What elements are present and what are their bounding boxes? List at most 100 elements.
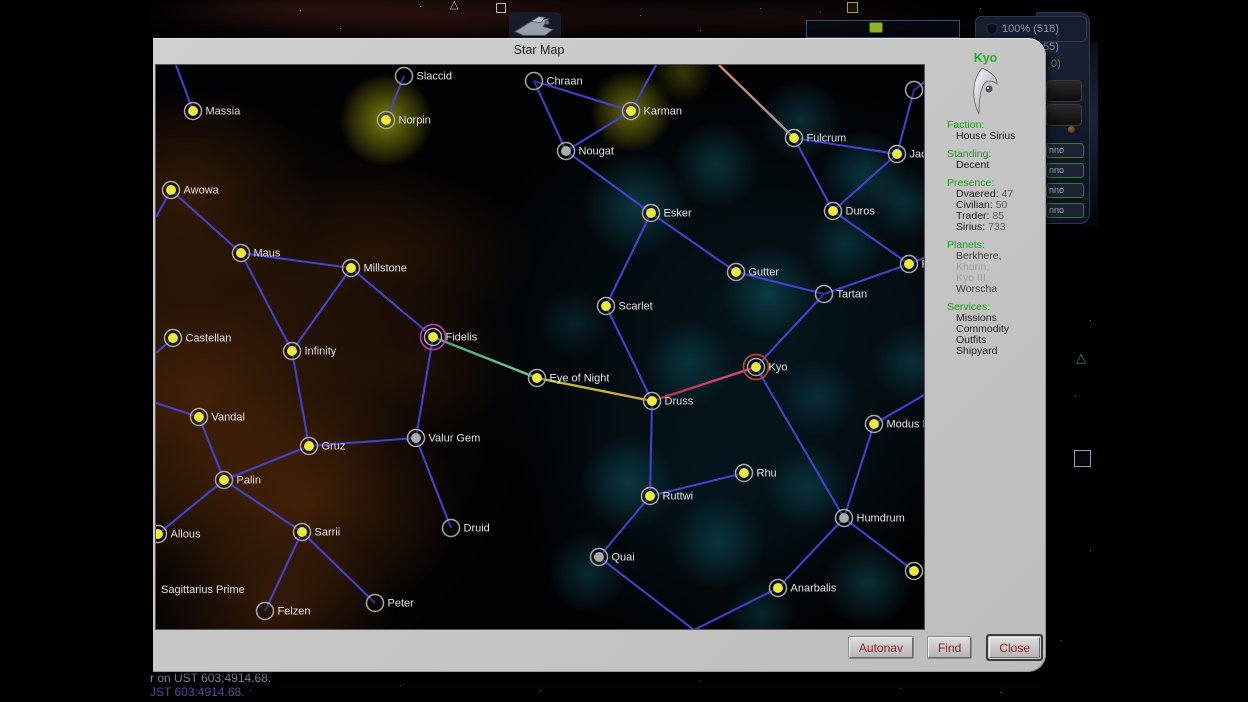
faction-value: House Sirius xyxy=(947,131,1043,142)
system-label: Karman xyxy=(644,106,683,118)
map-system-scarlet[interactable]: Scarlet xyxy=(598,298,653,315)
map-system-allous[interactable]: Allous xyxy=(156,526,201,543)
hud-button-bottom[interactable] xyxy=(1046,104,1082,126)
system-label: Valur Gem xyxy=(429,433,481,445)
map-system-sarrii[interactable]: Sarrii xyxy=(294,524,341,541)
system-label: Peter xyxy=(388,598,415,610)
find-button[interactable]: Find xyxy=(928,637,971,658)
weapon-slot-button[interactable]: nno xyxy=(1046,143,1084,158)
faction-section: Faction: House Sirius xyxy=(947,120,1043,142)
jump-line xyxy=(534,81,566,151)
overlay-triangle-icon: △ xyxy=(450,0,458,11)
map-system-millstone[interactable]: Millstone xyxy=(343,260,407,277)
weapon-slot-button[interactable]: nno xyxy=(1046,203,1084,218)
map-system-valur-gem[interactable]: Valur Gem xyxy=(408,430,481,447)
map-system-chraan[interactable]: Chraan xyxy=(526,73,583,90)
system-info-panel: Kyo Faction: House Sirius xyxy=(925,38,1046,672)
system-label: Awowa xyxy=(184,185,220,197)
map-system-fulcrum[interactable]: Fulcrum xyxy=(786,130,847,147)
map-system-palin[interactable]: Palin xyxy=(216,472,261,489)
jump-line xyxy=(199,417,224,480)
map-system-maus[interactable]: Maus xyxy=(233,245,281,262)
target-info-frame xyxy=(806,20,960,38)
autonav-button[interactable]: Autonav xyxy=(849,637,913,658)
map-system-druid[interactable]: Druid xyxy=(443,520,490,537)
system-label: Fulcrum xyxy=(807,133,847,145)
jump-line xyxy=(694,588,778,629)
map-system-massia[interactable]: Massia xyxy=(185,103,242,120)
game-screen: △ 100% (518) 55) 0) nnonnonnonn xyxy=(0,0,1248,702)
system-label: Kyo xyxy=(769,362,788,374)
map-system-humdrum[interactable]: Humdrum xyxy=(836,510,905,527)
jump-line xyxy=(794,138,833,211)
map-system-eye-of-night[interactable]: Eye of Night xyxy=(529,370,610,387)
ship-icon xyxy=(509,12,561,41)
jump-line xyxy=(756,367,844,518)
map-system-gruz[interactable]: Gruz xyxy=(301,438,346,455)
map-system-norpin[interactable]: Norpin xyxy=(378,112,431,129)
map-system-felzen[interactable]: Felzen xyxy=(257,603,311,620)
window-title: Star Map xyxy=(153,43,925,57)
map-system-f[interactable]: F xyxy=(901,256,925,273)
weapon-slot-button[interactable]: nno xyxy=(1046,163,1084,178)
jump-line xyxy=(844,424,874,518)
hud-button-top[interactable] xyxy=(1046,80,1082,102)
system-label: Tartan xyxy=(837,289,868,301)
map-system-duros[interactable]: Duros xyxy=(825,203,876,220)
jump-line xyxy=(833,154,897,211)
map-system-quai[interactable]: Quai xyxy=(591,549,635,566)
map-system-nougat[interactable]: Nougat xyxy=(558,143,614,160)
map-system-rhu[interactable]: Rhu xyxy=(736,465,777,482)
system-label: Druss xyxy=(665,396,694,408)
map-system-awowa[interactable]: Awowa xyxy=(163,182,220,199)
map-region-label: Sagittarius Prime xyxy=(161,584,245,596)
map-system-ruttwi[interactable]: Ruttwi xyxy=(642,488,694,505)
map-system-infinity[interactable]: Infinity xyxy=(284,343,337,360)
map-system-anarbalis[interactable]: Anarbalis xyxy=(770,580,837,597)
jump-line xyxy=(566,151,651,213)
system-label: Anarbalis xyxy=(791,583,837,595)
jump-line xyxy=(897,90,914,154)
map-system-gutter[interactable]: Gutter xyxy=(728,264,780,281)
map-system-castellan[interactable]: Castellan xyxy=(165,330,232,347)
map-system-tartan[interactable]: Tartan xyxy=(816,286,868,303)
map-system-jac[interactable]: Jac xyxy=(889,146,925,163)
services-section: Services: MissionsCommodityOutfitsShipya… xyxy=(947,302,1043,357)
planets-section: Planets: Berkhere,Khorin,Kyo III,Worscha xyxy=(947,240,1043,295)
system-label: Gutter xyxy=(749,267,780,279)
jump-line xyxy=(756,294,824,367)
jump-line xyxy=(844,518,914,571)
map-system-peter[interactable]: Peter xyxy=(367,595,415,612)
map-system-modus-m[interactable]: Modus M xyxy=(866,416,925,433)
star-map-canvas[interactable]: Massia Slaccid Norpin Chraan Karman Nougat Ful… xyxy=(155,64,925,630)
jump-line xyxy=(292,351,309,446)
jump-line xyxy=(606,213,651,306)
map-system[interactable] xyxy=(906,563,923,580)
system-label: Quai xyxy=(612,552,635,564)
system-label: Gruz xyxy=(322,441,346,453)
system-label: F xyxy=(922,259,925,271)
system-label: Castellan xyxy=(186,333,232,345)
system-info-content: Faction: House Sirius Standing: Decent P… xyxy=(947,120,1043,364)
map-system-vandal[interactable]: Vandal xyxy=(191,409,245,426)
system-label: Scarlet xyxy=(619,301,653,313)
system-label: Slaccid xyxy=(417,71,452,83)
map-system-slaccid[interactable]: Slaccid xyxy=(396,68,452,85)
jump-line xyxy=(651,213,736,272)
weapon-slot-button[interactable]: nno xyxy=(1046,183,1084,198)
radar-square-icon xyxy=(1074,450,1091,467)
map-system[interactable] xyxy=(906,82,923,99)
map-system-druss[interactable]: Druss xyxy=(644,393,694,410)
jump-line xyxy=(171,190,241,253)
jump-line xyxy=(650,401,652,496)
jump-line xyxy=(599,496,650,557)
close-button[interactable]: Close xyxy=(989,637,1040,658)
faction-logo-sirius-icon xyxy=(969,65,1003,115)
map-system-fidelis[interactable]: Fidelis xyxy=(421,325,478,350)
system-label: Allous xyxy=(171,529,201,541)
map-system-karman[interactable]: Karman xyxy=(623,103,683,120)
system-label: Modus M xyxy=(887,419,925,431)
presence-section: Presence: Dvaered: 47Civilian: 50Trader:… xyxy=(947,178,1043,233)
map-system-kyo[interactable]: Kyo xyxy=(744,355,788,380)
map-system-esker[interactable]: Esker xyxy=(643,205,692,222)
